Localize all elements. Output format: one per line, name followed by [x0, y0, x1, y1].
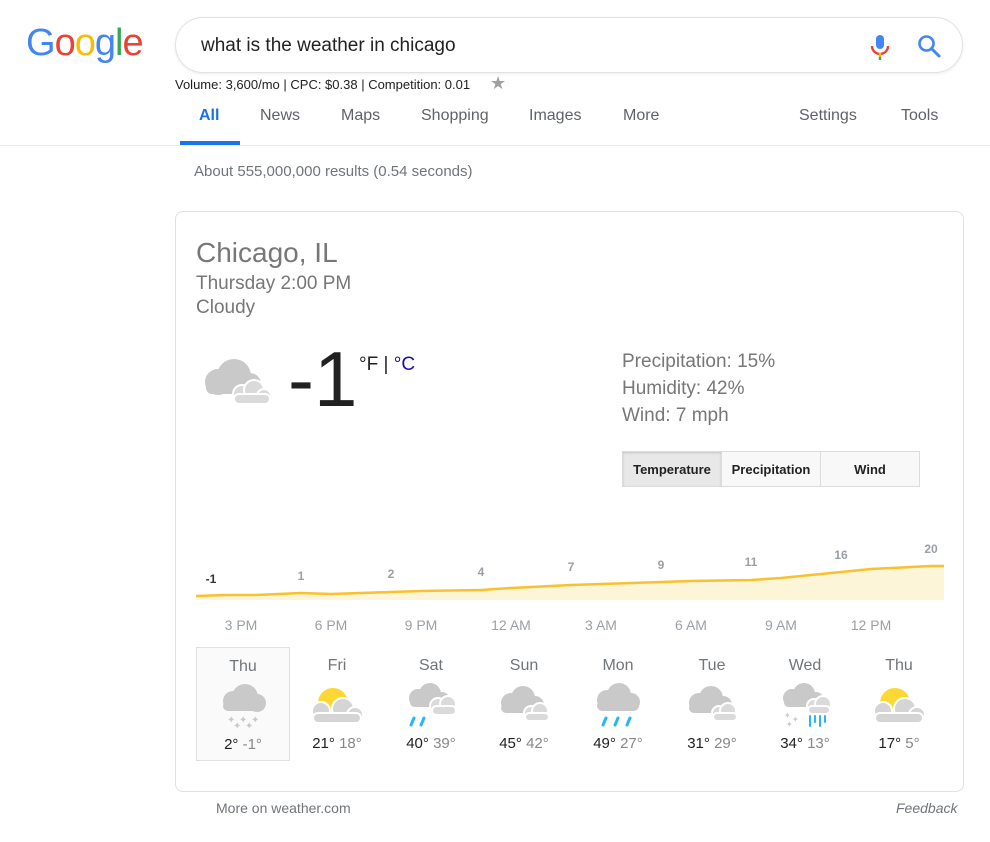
svg-text:✦: ✦	[792, 715, 799, 724]
feedback-link[interactable]: Feedback	[896, 800, 957, 816]
day-forecast-tue[interactable]: Tue 31° 29°	[665, 647, 759, 761]
temperature-button[interactable]: Temperature	[623, 452, 722, 486]
google-logo[interactable]: Google	[26, 22, 144, 65]
hour-label: 9 AM	[765, 617, 797, 633]
day-forecast-thu[interactable]: Thu ✦ ✦ ✦ ✦ ✦ 2° -1°	[196, 647, 290, 761]
wind-stat: Wind: 7 mph	[622, 405, 729, 426]
unit-fahrenheit[interactable]: °F	[359, 354, 378, 375]
day-forecast-sun[interactable]: Sun 45° 42°	[477, 647, 571, 761]
day-forecast-fri[interactable]: Fri 21° 18°	[290, 647, 384, 761]
result-stats: About 555,000,000 results (0.54 seconds)	[194, 163, 473, 180]
day-forecast-mon[interactable]: Mon 49° 27°	[571, 647, 665, 761]
star-icon[interactable]: ★	[490, 73, 506, 94]
wind-button[interactable]: Wind	[821, 452, 919, 486]
hour-label: 12 PM	[850, 617, 892, 633]
hourly-temp-label: 16	[834, 548, 848, 562]
weather-location: Chicago, IL	[196, 237, 338, 268]
partly-cloudy-icon	[311, 688, 364, 724]
svg-text:✦: ✦	[233, 721, 241, 729]
unit-celsius[interactable]: °C	[394, 354, 415, 375]
hour-label: 12 AM	[491, 617, 531, 633]
partly-cloudy-icon	[873, 688, 926, 724]
hourly-temp-label: 4	[477, 565, 485, 579]
hourly-temp-label: 2	[387, 567, 395, 581]
hour-label: 9 PM	[404, 617, 438, 633]
svg-text:✦: ✦	[784, 711, 791, 720]
tab-images[interactable]: Images	[529, 107, 581, 125]
weather-time: Thursday 2:00 PM	[196, 273, 352, 294]
cloudy-icon	[501, 686, 550, 722]
humidity-stat: Humidity: 42%	[622, 378, 745, 399]
hourly-temp-label: 7	[567, 560, 575, 574]
microphone-icon[interactable]	[868, 33, 892, 61]
more-on-weather-link[interactable]: More on weather.com	[216, 800, 351, 816]
hourly-temp-label: -1	[205, 572, 217, 586]
chart-mode-toggle: Temperature Precipitation Wind	[622, 451, 920, 487]
hour-label: 6 PM	[314, 617, 348, 633]
tab-more[interactable]: More	[623, 107, 659, 125]
search-box[interactable]: what is the weather in chicago	[175, 17, 963, 73]
day-forecast-sat[interactable]: Sat 40° 39°	[384, 647, 478, 761]
hourly-temp-label: 11	[744, 555, 758, 569]
hourly-temp-label: 1	[297, 569, 305, 583]
hourly-temp-label: 20	[924, 542, 938, 556]
svg-text:✦: ✦	[786, 720, 793, 728]
divider	[0, 145, 990, 146]
temperature-units: °F | °C	[359, 354, 416, 375]
snow-icon: ✦ ✦ ✦✦ ✦	[223, 684, 266, 729]
rain-icon	[409, 683, 457, 727]
hour-label: 6 AM	[675, 617, 707, 633]
precipitation-button[interactable]: Precipitation	[722, 452, 821, 486]
current-temperature: -1	[288, 335, 358, 423]
weather-condition: Cloudy	[196, 297, 256, 318]
tab-news[interactable]: News	[260, 107, 300, 125]
svg-text:✦: ✦	[245, 721, 253, 729]
tab-maps[interactable]: Maps	[341, 107, 380, 125]
day-forecast-thu-next[interactable]: Thu 17° 5°	[852, 647, 946, 761]
tab-tools[interactable]: Tools	[901, 107, 938, 125]
hour-label: 3 AM	[585, 617, 617, 633]
day-forecast-wed[interactable]: Wed ✦ ✦ ✦ 34° 13°	[758, 647, 852, 761]
cloudy-icon	[689, 686, 738, 722]
search-icon[interactable]	[916, 33, 942, 59]
hourly-temp-label: 9	[657, 558, 665, 572]
tab-all[interactable]: All	[199, 107, 219, 125]
cloudy-icon	[205, 359, 272, 405]
rain-snow-icon: ✦ ✦✦	[783, 683, 832, 728]
search-input[interactable]: what is the weather in chicago	[201, 35, 456, 57]
tab-settings[interactable]: Settings	[799, 107, 857, 125]
hour-label: 3 PM	[224, 617, 258, 633]
keyword-info: Volume: 3,600/mo | CPC: $0.38 | Competit…	[175, 77, 471, 92]
precipitation-stat: Precipitation: 15%	[622, 351, 776, 372]
tab-shopping[interactable]: Shopping	[421, 107, 489, 125]
showers-icon	[597, 683, 640, 727]
